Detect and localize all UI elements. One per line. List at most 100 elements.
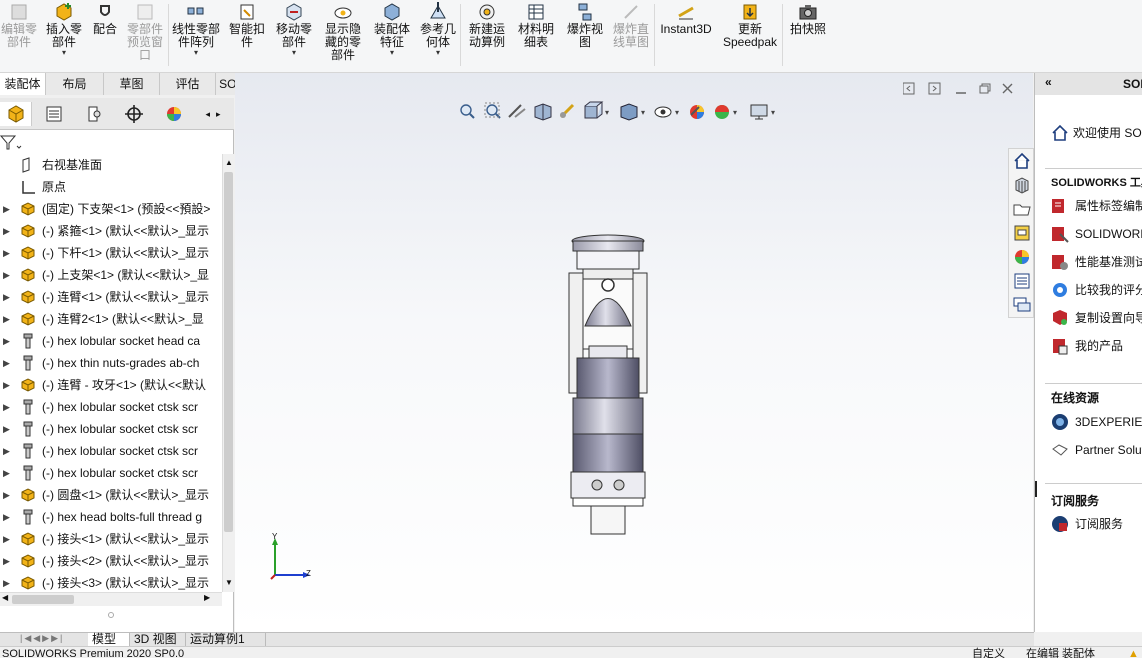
tree-item[interactable]: ▶ (-) 连臂2<1> (默认<<默认>_显 xyxy=(0,308,222,330)
expand-arrow-icon[interactable]: ▶ xyxy=(3,550,10,572)
tab-nav-arrows-icon[interactable]: |◀◀▶▶| xyxy=(20,633,64,644)
restore-icon[interactable] xyxy=(979,83,991,94)
panel-tab-scroll[interactable]: ◂ ▸ xyxy=(196,102,230,126)
tree-scroll-thumb[interactable] xyxy=(224,172,233,532)
tree-item[interactable]: ▶ (-) 紧箍<1> (默认<<默认>_显示 xyxy=(0,220,222,242)
tab-0[interactable]: 装配体 xyxy=(0,73,46,95)
expand-arrow-icon[interactable]: ▶ xyxy=(3,418,10,440)
chevron-left-icon[interactable]: ◂ xyxy=(205,109,210,119)
file-explorer-icon[interactable] xyxy=(1012,199,1032,219)
tree-item[interactable]: ▶ (-) hex lobular socket ctsk scr xyxy=(0,462,222,484)
ribbon-button-reference-geometry[interactable]: 参考几 何体 ▾ xyxy=(418,0,458,70)
ribbon-button-show-hidden[interactable]: 显示隐 藏的零 部件 xyxy=(320,0,366,70)
ribbon-button-bom[interactable]: 材料明 细表 xyxy=(514,0,558,70)
tab-2[interactable]: 草图 xyxy=(104,73,160,95)
tree-horizontal-scrollbar[interactable]: ◀ ▶ xyxy=(0,592,222,606)
ribbon-button-mate[interactable]: 配合 xyxy=(90,0,120,70)
pane-resize-handle[interactable] xyxy=(1035,481,1037,497)
tree-item[interactable]: ▶ (-) 接头<1> (默认<<默认>_显示 xyxy=(0,528,222,550)
expand-arrow-icon[interactable]: ▶ xyxy=(3,572,10,592)
expand-arrow-icon[interactable]: ▶ xyxy=(3,286,10,308)
feature-manager-tab[interactable] xyxy=(0,102,32,126)
tree-item[interactable]: ▶ (-) hex thin nuts-grades ab-ch xyxy=(0,352,222,374)
ribbon-button-edit-component[interactable]: 编辑零 部件 xyxy=(0,0,38,70)
tree-item[interactable]: ▶ (-) 圆盘<1> (默认<<默认>_显示 xyxy=(0,484,222,506)
chevron-right-icon[interactable]: ▸ xyxy=(216,109,221,119)
ribbon-button-exploded-view[interactable]: 爆炸视 图 xyxy=(562,0,608,70)
tree-hscroll-thumb[interactable] xyxy=(12,595,74,604)
expand-arrow-icon[interactable]: ▶ xyxy=(3,440,10,462)
tree-vertical-scrollbar[interactable]: ▲ ▼ xyxy=(222,154,234,592)
expand-arrow-icon[interactable]: ▶ xyxy=(3,220,10,242)
tree-item[interactable]: ▶ (-) 接头<2> (默认<<默认>_显示 xyxy=(0,550,222,572)
chevron-down-icon[interactable]: ▾ xyxy=(170,49,222,57)
tree-item[interactable]: ▶ (-) hex head bolts-full thread g xyxy=(0,506,222,528)
collapse-panel-left-icon[interactable] xyxy=(902,82,915,95)
configuration-manager-tab[interactable] xyxy=(78,102,110,126)
property-manager-tab[interactable] xyxy=(38,102,70,126)
expand-arrow-icon[interactable]: ▶ xyxy=(3,374,10,396)
tree-item[interactable]: ▶ (-) hex lobular socket ctsk scr xyxy=(0,418,222,440)
view-settings-icon[interactable]: ▾ xyxy=(750,104,775,120)
tree-item[interactable]: ▶ (-) hex lobular socket head ca xyxy=(0,330,222,352)
expand-arrow-icon[interactable]: ▶ xyxy=(3,308,10,330)
design-library-icon[interactable] xyxy=(1012,175,1032,195)
ribbon-button-speedpak[interactable]: 更新 Speedpak xyxy=(720,0,780,70)
expand-arrow-icon[interactable]: ▶ xyxy=(3,198,10,220)
bottom-tab-0[interactable]: 模型 xyxy=(88,633,130,647)
chevron-down-icon[interactable]: ▾ xyxy=(272,49,316,57)
assembly-model[interactable] xyxy=(565,231,651,536)
appearances-scenes-icon[interactable] xyxy=(1012,247,1032,267)
display-manager-tab[interactable] xyxy=(158,102,190,126)
tab-1[interactable]: 布局 xyxy=(46,73,104,95)
ribbon-button-smart-fastener[interactable]: 智能扣 件 xyxy=(226,0,268,70)
expand-arrow-icon[interactable]: ▶ xyxy=(3,484,10,506)
scroll-right-icon[interactable]: ▶ xyxy=(204,593,210,602)
chevron-down-icon[interactable]: ▾ xyxy=(418,49,458,57)
apply-scene-icon[interactable]: ▾ xyxy=(715,105,737,119)
expand-arrow-icon[interactable]: ▶ xyxy=(3,462,10,484)
dimxpert-tab[interactable] xyxy=(118,102,150,126)
ribbon-button-motion-study[interactable]: 新建运 动算例 xyxy=(466,0,508,70)
section-view-icon[interactable] xyxy=(534,103,552,121)
tree-item[interactable]: ▶ (-) 上支架<1> (默认<<默认>_显 xyxy=(0,264,222,286)
tree-item[interactable]: ▶ (-) 下杆<1> (默认<<默认>_显示 xyxy=(0,242,222,264)
home-icon[interactable] xyxy=(1012,151,1032,171)
tree-filter[interactable] xyxy=(0,132,234,152)
warning-icon[interactable]: ▲ xyxy=(1128,647,1139,658)
tree-item[interactable]: ▶ (-) hex lobular socket ctsk scr xyxy=(0,440,222,462)
ribbon-button-snapshot[interactable]: 拍快照 xyxy=(784,0,832,70)
dynamic-annotation-icon[interactable] xyxy=(559,103,575,119)
expand-arrow-icon[interactable]: ▶ xyxy=(3,506,10,528)
tree-item[interactable]: 原点 xyxy=(0,176,222,198)
collapse-pane-icon[interactable]: « xyxy=(1045,75,1052,89)
tab-3[interactable]: 评估 xyxy=(160,73,216,95)
bottom-tab-2[interactable]: 运动算例1 xyxy=(186,633,266,647)
collapse-panel-right-icon[interactable] xyxy=(928,82,941,95)
panel-splitter-handle[interactable] xyxy=(108,612,114,618)
tree-item[interactable]: ▶ (-) 连臂<1> (默认<<默认>_显示 xyxy=(0,286,222,308)
custom-properties-icon[interactable] xyxy=(1012,271,1032,291)
hide-show-items-icon[interactable]: ▾ xyxy=(654,106,679,118)
scroll-up-icon[interactable]: ▲ xyxy=(225,158,233,167)
expand-arrow-icon[interactable]: ▶ xyxy=(3,242,10,264)
edit-appearance-icon[interactable] xyxy=(690,105,704,119)
ribbon-button-assembly-feature[interactable]: 装配体 特征 ▾ xyxy=(370,0,414,70)
ribbon-button-linear-pattern[interactable]: 线性零部 件阵列 ▾ xyxy=(170,0,222,70)
expand-arrow-icon[interactable]: ▶ xyxy=(3,396,10,418)
filter-icon[interactable] xyxy=(0,134,22,152)
ribbon-button-explode-line[interactable]: 爆炸直 线草图 xyxy=(610,0,652,70)
status-custom[interactable]: 自定义 xyxy=(972,647,1005,658)
forum-icon[interactable] xyxy=(1012,295,1032,315)
ribbon-button-instant3d[interactable]: Instant3D xyxy=(658,0,714,70)
tree-item[interactable]: ▶ (-) 接头<3> (默认<<默认>_显示 xyxy=(0,572,222,592)
previous-view-icon[interactable] xyxy=(508,104,526,118)
view-orientation-icon[interactable]: ▾ xyxy=(584,101,609,119)
chevron-down-icon[interactable]: ▾ xyxy=(370,49,414,57)
tree-item[interactable]: 右视基准面 xyxy=(0,154,222,176)
tree-item[interactable]: ▶ (固定) 下支架<1> (预設<<預設> xyxy=(0,198,222,220)
chevron-down-icon[interactable]: ▾ xyxy=(42,49,86,57)
zoom-to-fit-icon[interactable] xyxy=(460,104,475,119)
expand-arrow-icon[interactable]: ▶ xyxy=(3,528,10,550)
zoom-to-area-icon[interactable] xyxy=(484,102,501,119)
